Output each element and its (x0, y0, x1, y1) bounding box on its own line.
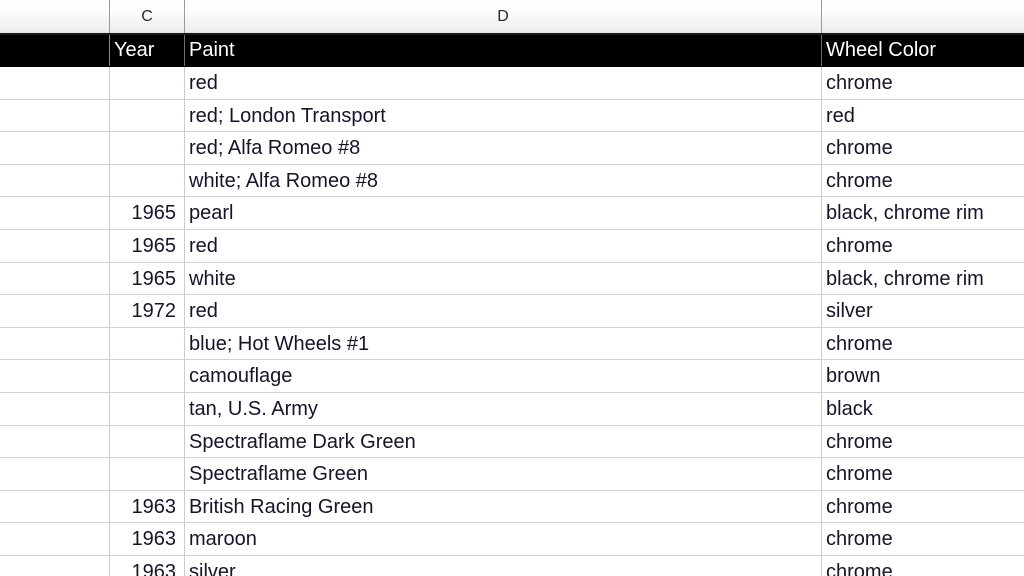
table-row[interactable]: Spectraflame Dark Green chrome (0, 425, 1024, 459)
column-header-c[interactable]: C (110, 0, 185, 33)
cell-year[interactable] (110, 132, 185, 164)
cell-year[interactable] (110, 327, 185, 360)
cell-year[interactable]: 1965 (110, 229, 185, 262)
cell-year[interactable]: 1965 (110, 262, 185, 295)
cell-wheel-color[interactable]: black (822, 393, 1024, 425)
header-cell-year[interactable]: Year (110, 35, 185, 66)
cell-paint[interactable]: tan, U.S. Army (185, 392, 822, 425)
cell-b[interactable] (0, 197, 110, 229)
table-row[interactable]: 1965 pearl black, chrome rim (0, 197, 1024, 230)
column-header-bar: C D (0, 0, 1024, 35)
cell-paint[interactable]: white; Alfa Romeo #8 (185, 164, 822, 197)
cell-b[interactable] (0, 229, 110, 262)
column-header-b[interactable] (0, 0, 110, 33)
cell-wheel-color[interactable]: brown (822, 360, 1024, 392)
cell-year[interactable] (110, 425, 185, 458)
cell-wheel-color[interactable]: chrome (822, 426, 1024, 458)
cell-wheel-color[interactable]: chrome (822, 458, 1024, 490)
table-row[interactable]: 1972 red silver (0, 295, 1024, 328)
cell-wheel-color[interactable]: chrome (822, 230, 1024, 262)
cell-year[interactable] (110, 67, 185, 99)
cell-wheel-color[interactable]: black, chrome rim (822, 197, 1024, 229)
column-header-e[interactable] (822, 0, 1024, 33)
table-row[interactable]: 1963 silver chrome (0, 555, 1024, 576)
cell-year[interactable] (110, 164, 185, 197)
cell-paint[interactable]: red (185, 67, 822, 99)
header-cell-b[interactable] (0, 35, 110, 66)
cell-paint[interactable]: camouflage (185, 360, 822, 392)
cell-wheel-color[interactable]: chrome (822, 67, 1024, 99)
cell-b[interactable] (0, 555, 110, 576)
table-row[interactable]: Spectraflame Green chrome (0, 458, 1024, 491)
cell-paint[interactable]: red; Alfa Romeo #8 (185, 132, 822, 164)
header-cell-paint[interactable]: Paint (185, 35, 822, 66)
cell-wheel-color[interactable]: chrome (822, 491, 1024, 523)
cell-b[interactable] (0, 67, 110, 99)
cell-paint[interactable]: Spectraflame Dark Green (185, 425, 822, 458)
cell-wheel-color[interactable]: black, chrome rim (822, 263, 1024, 295)
cell-paint[interactable]: red; London Transport (185, 99, 822, 132)
table-row[interactable]: red chrome (0, 67, 1024, 100)
cell-b[interactable] (0, 392, 110, 425)
cell-year[interactable]: 1965 (110, 197, 185, 229)
cell-paint[interactable]: pearl (185, 197, 822, 229)
cell-wheel-color[interactable]: red (822, 100, 1024, 132)
cell-paint[interactable]: Spectraflame Green (185, 458, 822, 490)
table-row[interactable]: 1965 white black, chrome rim (0, 262, 1024, 296)
cell-year[interactable] (110, 99, 185, 132)
cell-b[interactable] (0, 490, 110, 523)
cell-year[interactable] (110, 458, 185, 490)
cell-b[interactable]: n (0, 360, 110, 392)
table-row[interactable]: 1965 red chrome (0, 229, 1024, 263)
cell-wheel-color[interactable]: chrome (822, 132, 1024, 164)
grid-body[interactable]: Year Paint Wheel Color red chrome red; L… (0, 35, 1024, 576)
cell-wheel-color[interactable]: chrome (822, 523, 1024, 555)
cell-paint[interactable]: red (185, 295, 822, 327)
cell-b[interactable] (0, 523, 110, 555)
column-header-d[interactable]: D (185, 0, 822, 33)
cell-paint[interactable]: British Racing Green (185, 490, 822, 523)
cell-year[interactable] (110, 360, 185, 392)
table-row[interactable]: 1963 British Racing Green chrome (0, 490, 1024, 524)
cell-paint[interactable]: red (185, 229, 822, 262)
cell-wheel-color[interactable]: silver (822, 295, 1024, 327)
cell-b[interactable] (0, 164, 110, 197)
cell-year[interactable]: 1963 (110, 555, 185, 576)
cell-year[interactable]: 1963 (110, 490, 185, 523)
cell-b[interactable] (0, 99, 110, 132)
cell-b[interactable] (0, 262, 110, 295)
cell-paint[interactable]: blue; Hot Wheels #1 (185, 327, 822, 360)
cell-year[interactable] (110, 392, 185, 425)
table-row[interactable]: tan, U.S. Army black (0, 392, 1024, 426)
table-row[interactable]: n camouflage brown (0, 360, 1024, 393)
cell-paint[interactable]: maroon (185, 523, 822, 555)
header-cell-wheel-color[interactable]: Wheel Color (822, 35, 1024, 66)
cell-year[interactable]: 1963 (110, 523, 185, 555)
cell-paint[interactable]: white (185, 262, 822, 295)
cell-b[interactable] (0, 327, 110, 360)
cell-year[interactable]: 1972 (110, 295, 185, 327)
cell-b[interactable] (0, 295, 110, 327)
cell-b[interactable] (0, 458, 110, 490)
table-row[interactable]: 1963 maroon chrome (0, 523, 1024, 556)
cell-b[interactable] (0, 425, 110, 458)
cell-wheel-color[interactable]: chrome (822, 165, 1024, 197)
cell-wheel-color[interactable]: chrome (822, 556, 1024, 576)
table-row[interactable]: white; Alfa Romeo #8 chrome (0, 164, 1024, 198)
cell-paint[interactable]: silver (185, 555, 822, 576)
table-row[interactable]: blue; Hot Wheels #1 chrome (0, 327, 1024, 361)
table-header-row: Year Paint Wheel Color (0, 35, 1024, 67)
table-row[interactable]: red; Alfa Romeo #8 chrome (0, 132, 1024, 165)
cell-b[interactable] (0, 132, 110, 164)
table-row[interactable]: red; London Transport red (0, 99, 1024, 133)
spreadsheet-grid[interactable]: C D Year Paint Wheel Color red chrome re… (0, 0, 1024, 576)
cell-wheel-color[interactable]: chrome (822, 328, 1024, 360)
